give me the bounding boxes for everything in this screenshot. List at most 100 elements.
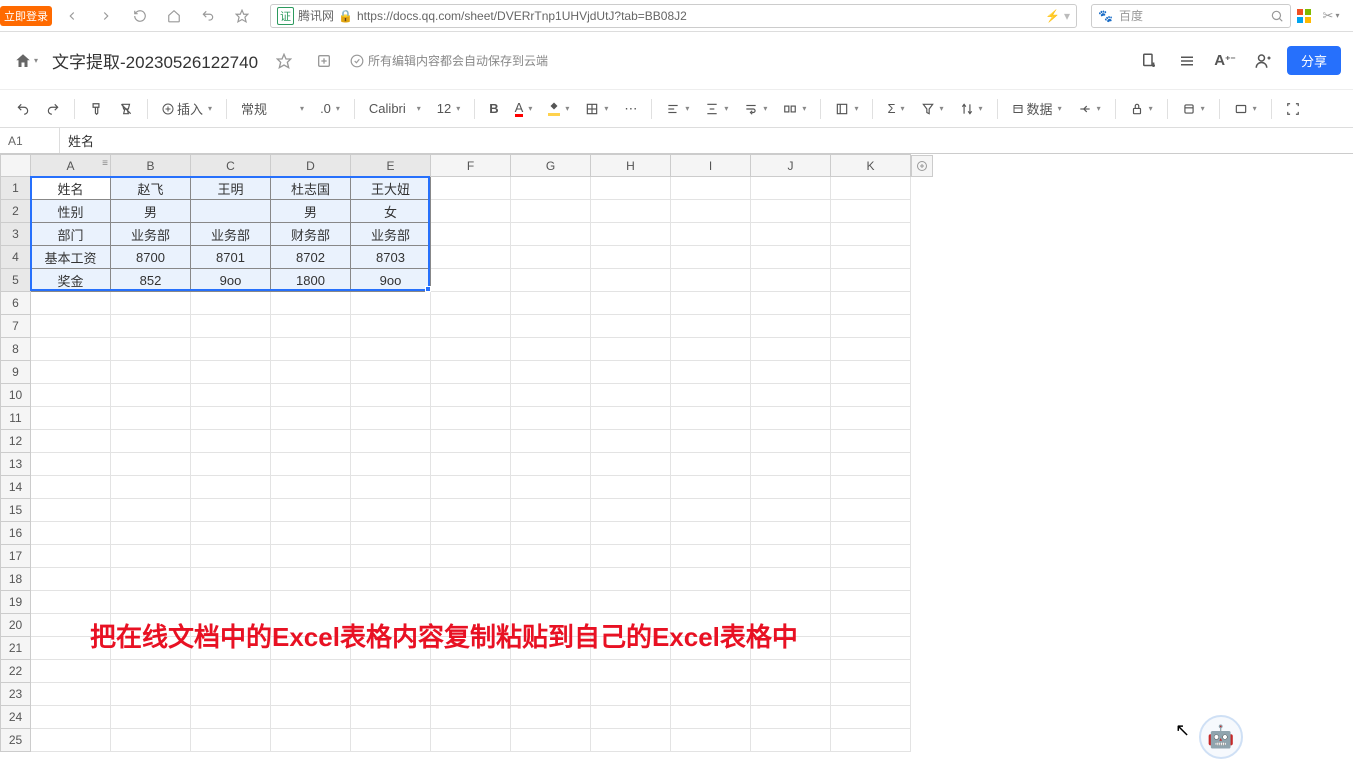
cell[interactable]: [591, 292, 671, 315]
star-button[interactable]: [270, 47, 298, 75]
cell[interactable]: [431, 683, 511, 706]
back-button[interactable]: [58, 2, 86, 30]
format-painter-button[interactable]: [83, 95, 109, 123]
cell[interactable]: [591, 568, 671, 591]
h-align-button[interactable]: ▾: [660, 95, 695, 123]
cell[interactable]: [511, 545, 591, 568]
cell[interactable]: [831, 545, 911, 568]
cell[interactable]: [191, 683, 271, 706]
cell[interactable]: [511, 568, 591, 591]
cell[interactable]: [431, 591, 511, 614]
cell[interactable]: [671, 177, 751, 200]
apps-icon[interactable]: [1297, 9, 1311, 23]
cell[interactable]: [671, 729, 751, 752]
cell[interactable]: [431, 660, 511, 683]
cell[interactable]: [271, 292, 351, 315]
cell[interactable]: [271, 660, 351, 683]
font-color-button[interactable]: A▾: [509, 95, 539, 123]
clear-format-button[interactable]: [113, 95, 139, 123]
row-header[interactable]: 1: [1, 177, 31, 200]
cell[interactable]: [671, 453, 751, 476]
search-box[interactable]: 🐾 百度: [1091, 4, 1291, 28]
cell[interactable]: [511, 522, 591, 545]
cell[interactable]: [271, 683, 351, 706]
cell[interactable]: [511, 499, 591, 522]
cell[interactable]: [191, 568, 271, 591]
cell[interactable]: [671, 200, 751, 223]
validation-button[interactable]: ▾: [1072, 95, 1107, 123]
add-user-button[interactable]: [1249, 47, 1277, 75]
cell[interactable]: 基本工资: [31, 246, 111, 269]
cell[interactable]: [31, 361, 111, 384]
row-header[interactable]: 12: [1, 430, 31, 453]
reload-button[interactable]: [126, 2, 154, 30]
cell[interactable]: [751, 729, 831, 752]
cell[interactable]: [111, 522, 191, 545]
cell[interactable]: [351, 568, 431, 591]
row-header[interactable]: 3: [1, 223, 31, 246]
cell[interactable]: [671, 706, 751, 729]
cell[interactable]: [671, 384, 751, 407]
cell[interactable]: [351, 407, 431, 430]
row-header[interactable]: 23: [1, 683, 31, 706]
home-button[interactable]: [160, 2, 188, 30]
cell[interactable]: [111, 292, 191, 315]
cell[interactable]: [431, 476, 511, 499]
doc-home-button[interactable]: ▾: [12, 47, 40, 75]
cell[interactable]: [671, 315, 751, 338]
cell[interactable]: [111, 545, 191, 568]
cell[interactable]: [511, 430, 591, 453]
cell[interactable]: [831, 384, 911, 407]
cell[interactable]: [751, 292, 831, 315]
cell[interactable]: [111, 660, 191, 683]
cell[interactable]: 王大妞: [351, 177, 431, 200]
cell[interactable]: [271, 591, 351, 614]
cell[interactable]: 男: [271, 200, 351, 223]
cell[interactable]: [671, 660, 751, 683]
cell[interactable]: [831, 729, 911, 752]
cell[interactable]: [511, 660, 591, 683]
row-header[interactable]: 18: [1, 568, 31, 591]
cell[interactable]: [591, 430, 671, 453]
cell[interactable]: [111, 683, 191, 706]
cell[interactable]: [591, 407, 671, 430]
cell[interactable]: [431, 384, 511, 407]
column-header[interactable]: J: [751, 155, 831, 177]
row-header[interactable]: 13: [1, 453, 31, 476]
cell[interactable]: [431, 568, 511, 591]
cell[interactable]: [271, 729, 351, 752]
cell[interactable]: [351, 453, 431, 476]
cell[interactable]: [431, 246, 511, 269]
cell[interactable]: [671, 430, 751, 453]
cell[interactable]: 财务部: [271, 223, 351, 246]
cell[interactable]: [831, 499, 911, 522]
cell[interactable]: 1800: [271, 269, 351, 292]
cell[interactable]: [191, 453, 271, 476]
cell[interactable]: [191, 292, 271, 315]
cell[interactable]: [31, 591, 111, 614]
font-size-select[interactable]: 12▾: [431, 95, 466, 123]
cell[interactable]: [351, 683, 431, 706]
cell[interactable]: [431, 499, 511, 522]
cell[interactable]: [511, 338, 591, 361]
cell[interactable]: [351, 522, 431, 545]
v-align-button[interactable]: ▾: [699, 95, 734, 123]
cell[interactable]: [671, 522, 751, 545]
cell[interactable]: [271, 315, 351, 338]
cell[interactable]: [351, 545, 431, 568]
cell[interactable]: [431, 522, 511, 545]
cell[interactable]: [751, 660, 831, 683]
cell[interactable]: [831, 453, 911, 476]
wrap-button[interactable]: ▾: [738, 95, 773, 123]
cell[interactable]: [831, 522, 911, 545]
cell[interactable]: [831, 338, 911, 361]
cell[interactable]: [831, 683, 911, 706]
row-header[interactable]: 14: [1, 476, 31, 499]
cell[interactable]: [191, 729, 271, 752]
cell[interactable]: [271, 361, 351, 384]
cell[interactable]: [351, 729, 431, 752]
cell[interactable]: [671, 338, 751, 361]
cell[interactable]: 852: [111, 269, 191, 292]
cell[interactable]: [511, 223, 591, 246]
cell[interactable]: [831, 292, 911, 315]
